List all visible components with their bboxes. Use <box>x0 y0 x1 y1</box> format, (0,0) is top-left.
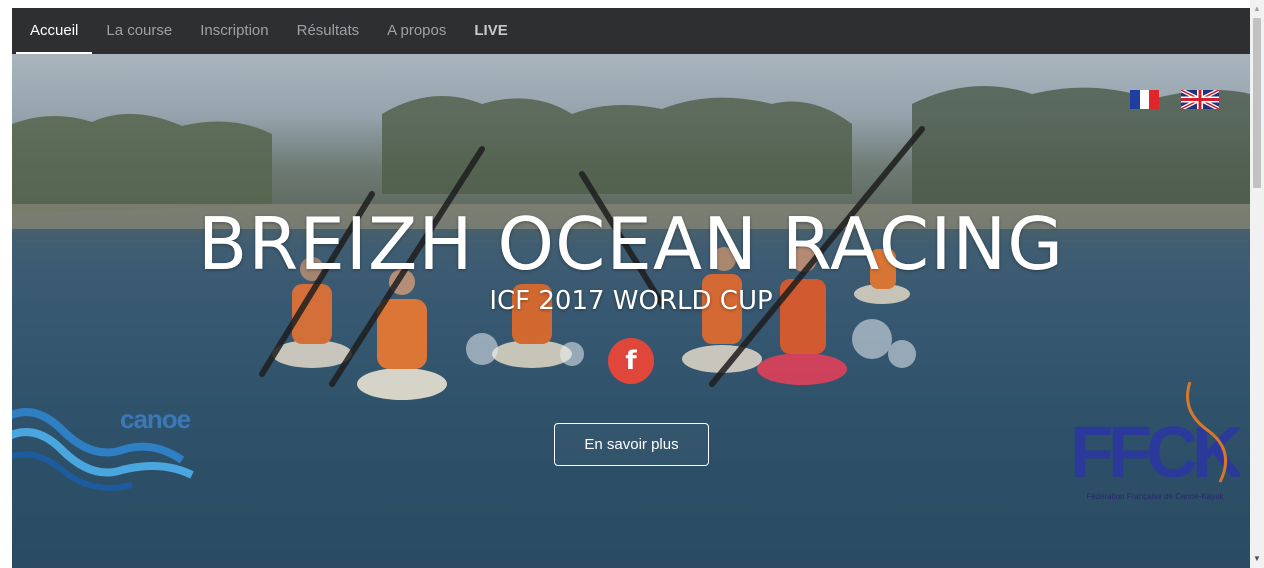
flag-uk-icon[interactable] <box>1181 90 1219 109</box>
hero-banner: BREIZH OCEAN RACING ICF 2017 WORLD CUP f… <box>12 54 1250 568</box>
vertical-scrollbar[interactable]: ▲ ▼ <box>1250 0 1264 568</box>
ffck-caption: Fédération Française de Canoë-Kayak <box>1086 492 1224 501</box>
nav-item-la-course[interactable]: La course <box>92 8 186 54</box>
flag-fr-icon[interactable] <box>1130 90 1160 109</box>
scrollbar-thumb[interactable] <box>1253 18 1261 188</box>
svg-text:FFCK: FFCK <box>1070 413 1240 493</box>
page-title: BREIZH OCEAN RACING <box>197 202 1065 286</box>
top-navbar: Accueil La course Inscription Résultats … <box>12 8 1250 54</box>
page-subtitle: ICF 2017 WORLD CUP <box>489 286 773 316</box>
scroll-up-arrow-icon[interactable]: ▲ <box>1250 4 1264 16</box>
nav-item-live[interactable]: LIVE <box>460 8 521 54</box>
scroll-down-arrow-icon[interactable]: ▼ <box>1250 554 1264 566</box>
nav-item-a-propos[interactable]: A propos <box>373 8 460 54</box>
learn-more-button[interactable]: En savoir plus <box>554 423 709 466</box>
icf-canoe-wordmark: canoe <box>120 404 191 434</box>
nav-item-accueil[interactable]: Accueil <box>16 8 93 54</box>
facebook-icon[interactable]: f <box>608 338 654 384</box>
nav-item-inscription[interactable]: Inscription <box>186 8 282 54</box>
nav-item-resultats[interactable]: Résultats <box>283 8 374 54</box>
page-margin <box>0 0 12 568</box>
